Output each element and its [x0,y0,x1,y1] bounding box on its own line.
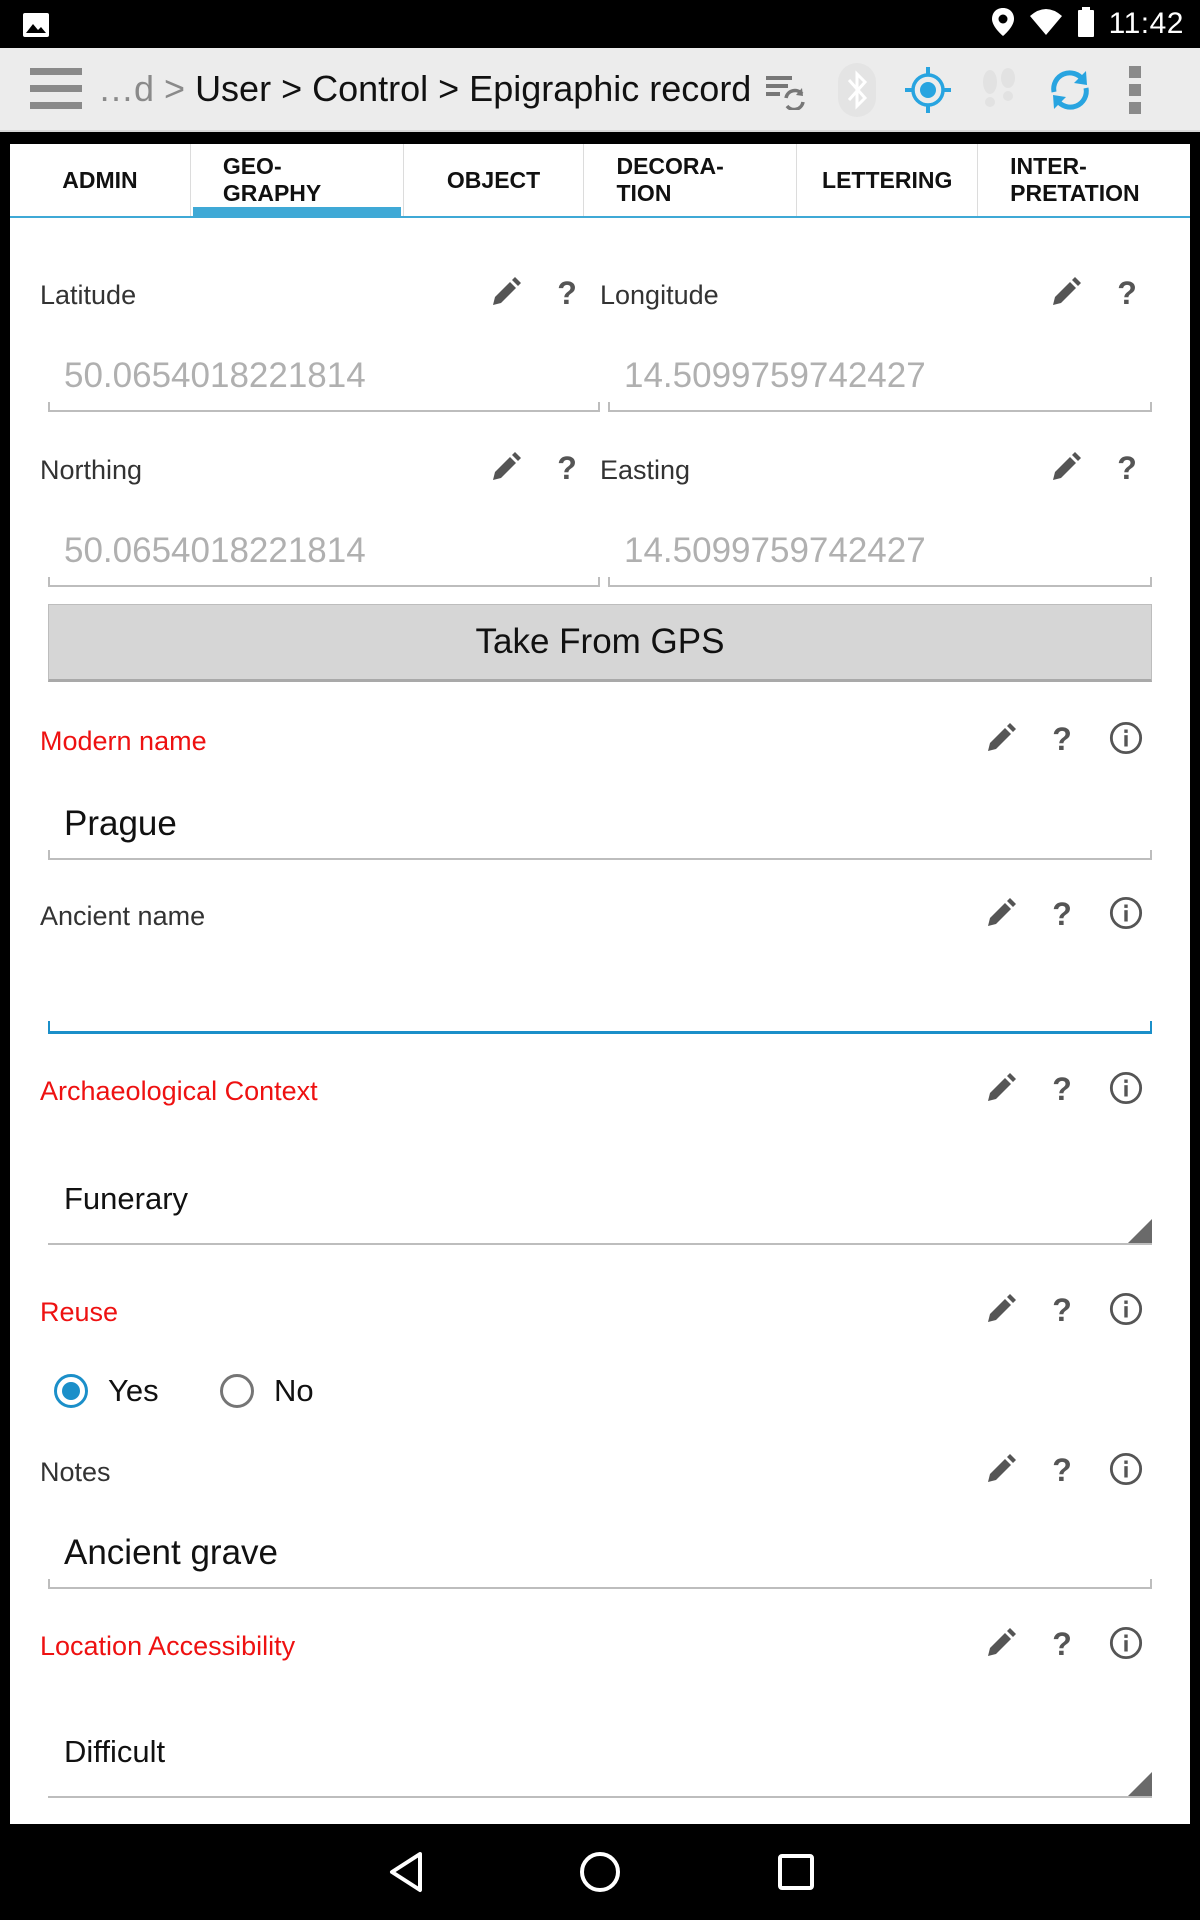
notes-label: Notes [40,1457,111,1487]
pencil-icon[interactable] [488,276,522,310]
take-from-gps-button[interactable]: Take From GPS [48,604,1152,682]
ancient-name-field[interactable] [48,964,1152,1034]
info-icon[interactable] [1109,896,1143,930]
wifi-icon [1029,8,1063,41]
archaeological-context-label: Archaeological Context [40,1076,318,1106]
help-icon[interactable]: ? [550,276,584,310]
radio-unchecked-icon [220,1374,254,1408]
location-accessibility-value: Difficult [64,1734,166,1769]
latitude-field[interactable]: 50.0654018221814 [48,342,600,412]
menu-icon[interactable] [30,68,82,110]
photo-icon [22,12,50,43]
pencil-icon[interactable] [983,722,1017,756]
help-icon[interactable]: ? [1045,1627,1079,1661]
archaeological-context-value: Funerary [64,1181,189,1216]
back-icon[interactable] [378,1844,434,1900]
tab-lettering[interactable]: LETTERING [797,144,979,216]
info-icon[interactable] [1109,1071,1143,1105]
easting-field[interactable]: 14.5099759742427 [608,517,1152,587]
easting-label: Easting [600,455,691,485]
ancient-name-label: Ancient name [40,901,206,931]
info-icon[interactable] [1109,1626,1143,1660]
radio-checked-icon [54,1374,88,1408]
pencil-icon[interactable] [983,1627,1017,1661]
action-bar: …d > User > Control > Epigraphic record [0,48,1200,132]
pencil-icon[interactable] [983,897,1017,931]
sync-list-icon[interactable] [756,60,816,120]
navigation-bar [0,1824,1200,1920]
help-icon[interactable]: ? [1045,1072,1079,1106]
info-icon[interactable] [1109,1452,1143,1486]
reuse-label: Reuse [40,1297,119,1327]
breadcrumb[interactable]: …d > User > Control > Epigraphic record [98,68,751,110]
bluetooth-icon[interactable] [827,60,887,120]
pencil-icon[interactable] [983,1293,1017,1327]
modern-name-field[interactable]: Prague [48,790,1152,860]
tab-decoration[interactable]: DECORA- TION [584,144,798,216]
recents-icon[interactable] [768,1844,824,1900]
gps-target-icon[interactable] [898,60,958,120]
help-icon[interactable]: ? [1045,722,1079,756]
form-content: Latitude ? 50.0654018221814 Longitude ? … [10,218,1190,1824]
location-accessibility-label: Location Accessibility [40,1631,296,1661]
info-icon[interactable] [1109,721,1143,755]
pencil-icon[interactable] [1048,276,1082,310]
pencil-icon[interactable] [1048,451,1082,485]
help-icon[interactable]: ? [550,451,584,485]
footsteps-icon[interactable] [969,60,1029,120]
tab-geography[interactable]: GEO- GRAPHY [191,144,404,216]
tab-admin[interactable]: ADMIN [10,144,191,216]
latitude-label: Latitude [40,280,137,310]
location-accessibility-dropdown[interactable]: Difficult [48,1708,1152,1798]
archaeological-context-dropdown[interactable]: Funerary [48,1155,1152,1245]
breadcrumb-prefix[interactable]: …d > [98,68,185,109]
notes-field[interactable]: Ancient grave [48,1519,1152,1589]
tab-object[interactable]: OBJECT [404,144,585,216]
pencil-icon[interactable] [983,1453,1017,1487]
help-icon[interactable]: ? [1045,897,1079,931]
help-icon[interactable]: ? [1045,1453,1079,1487]
status-bar: 11:42 [0,0,1200,48]
help-icon[interactable]: ? [1110,276,1144,310]
battery-icon [1077,6,1095,42]
help-icon[interactable]: ? [1045,1293,1079,1327]
refresh-icon[interactable] [1040,60,1100,120]
modern-name-label: Modern name [40,726,207,756]
reuse-yes-radio[interactable]: Yes [54,1373,159,1409]
pencil-icon[interactable] [488,451,522,485]
breadcrumb-path[interactable]: User > Control > Epigraphic record [195,68,751,109]
reuse-yes-label: Yes [108,1373,159,1408]
clock: 11:42 [1108,7,1184,40]
northing-label: Northing [40,455,143,485]
longitude-field[interactable]: 14.5099759742427 [608,342,1152,412]
tab-bar: ADMIN GEO- GRAPHY OBJECT DECORA- TION LE… [10,144,1190,218]
reuse-no-label: No [274,1373,314,1408]
reuse-no-radio[interactable]: No [220,1373,314,1409]
pencil-icon[interactable] [983,1072,1017,1106]
location-icon [991,7,1015,42]
longitude-label: Longitude [600,280,719,310]
northing-field[interactable]: 50.0654018221814 [48,517,600,587]
tab-interpretation[interactable]: INTER- PRETATION [978,144,1190,216]
overflow-menu-icon[interactable] [1120,66,1150,116]
dropdown-arrow-icon [1128,1772,1152,1796]
home-icon[interactable] [572,1844,628,1900]
help-icon[interactable]: ? [1110,451,1144,485]
dropdown-arrow-icon [1128,1219,1152,1243]
info-icon[interactable] [1109,1292,1143,1326]
